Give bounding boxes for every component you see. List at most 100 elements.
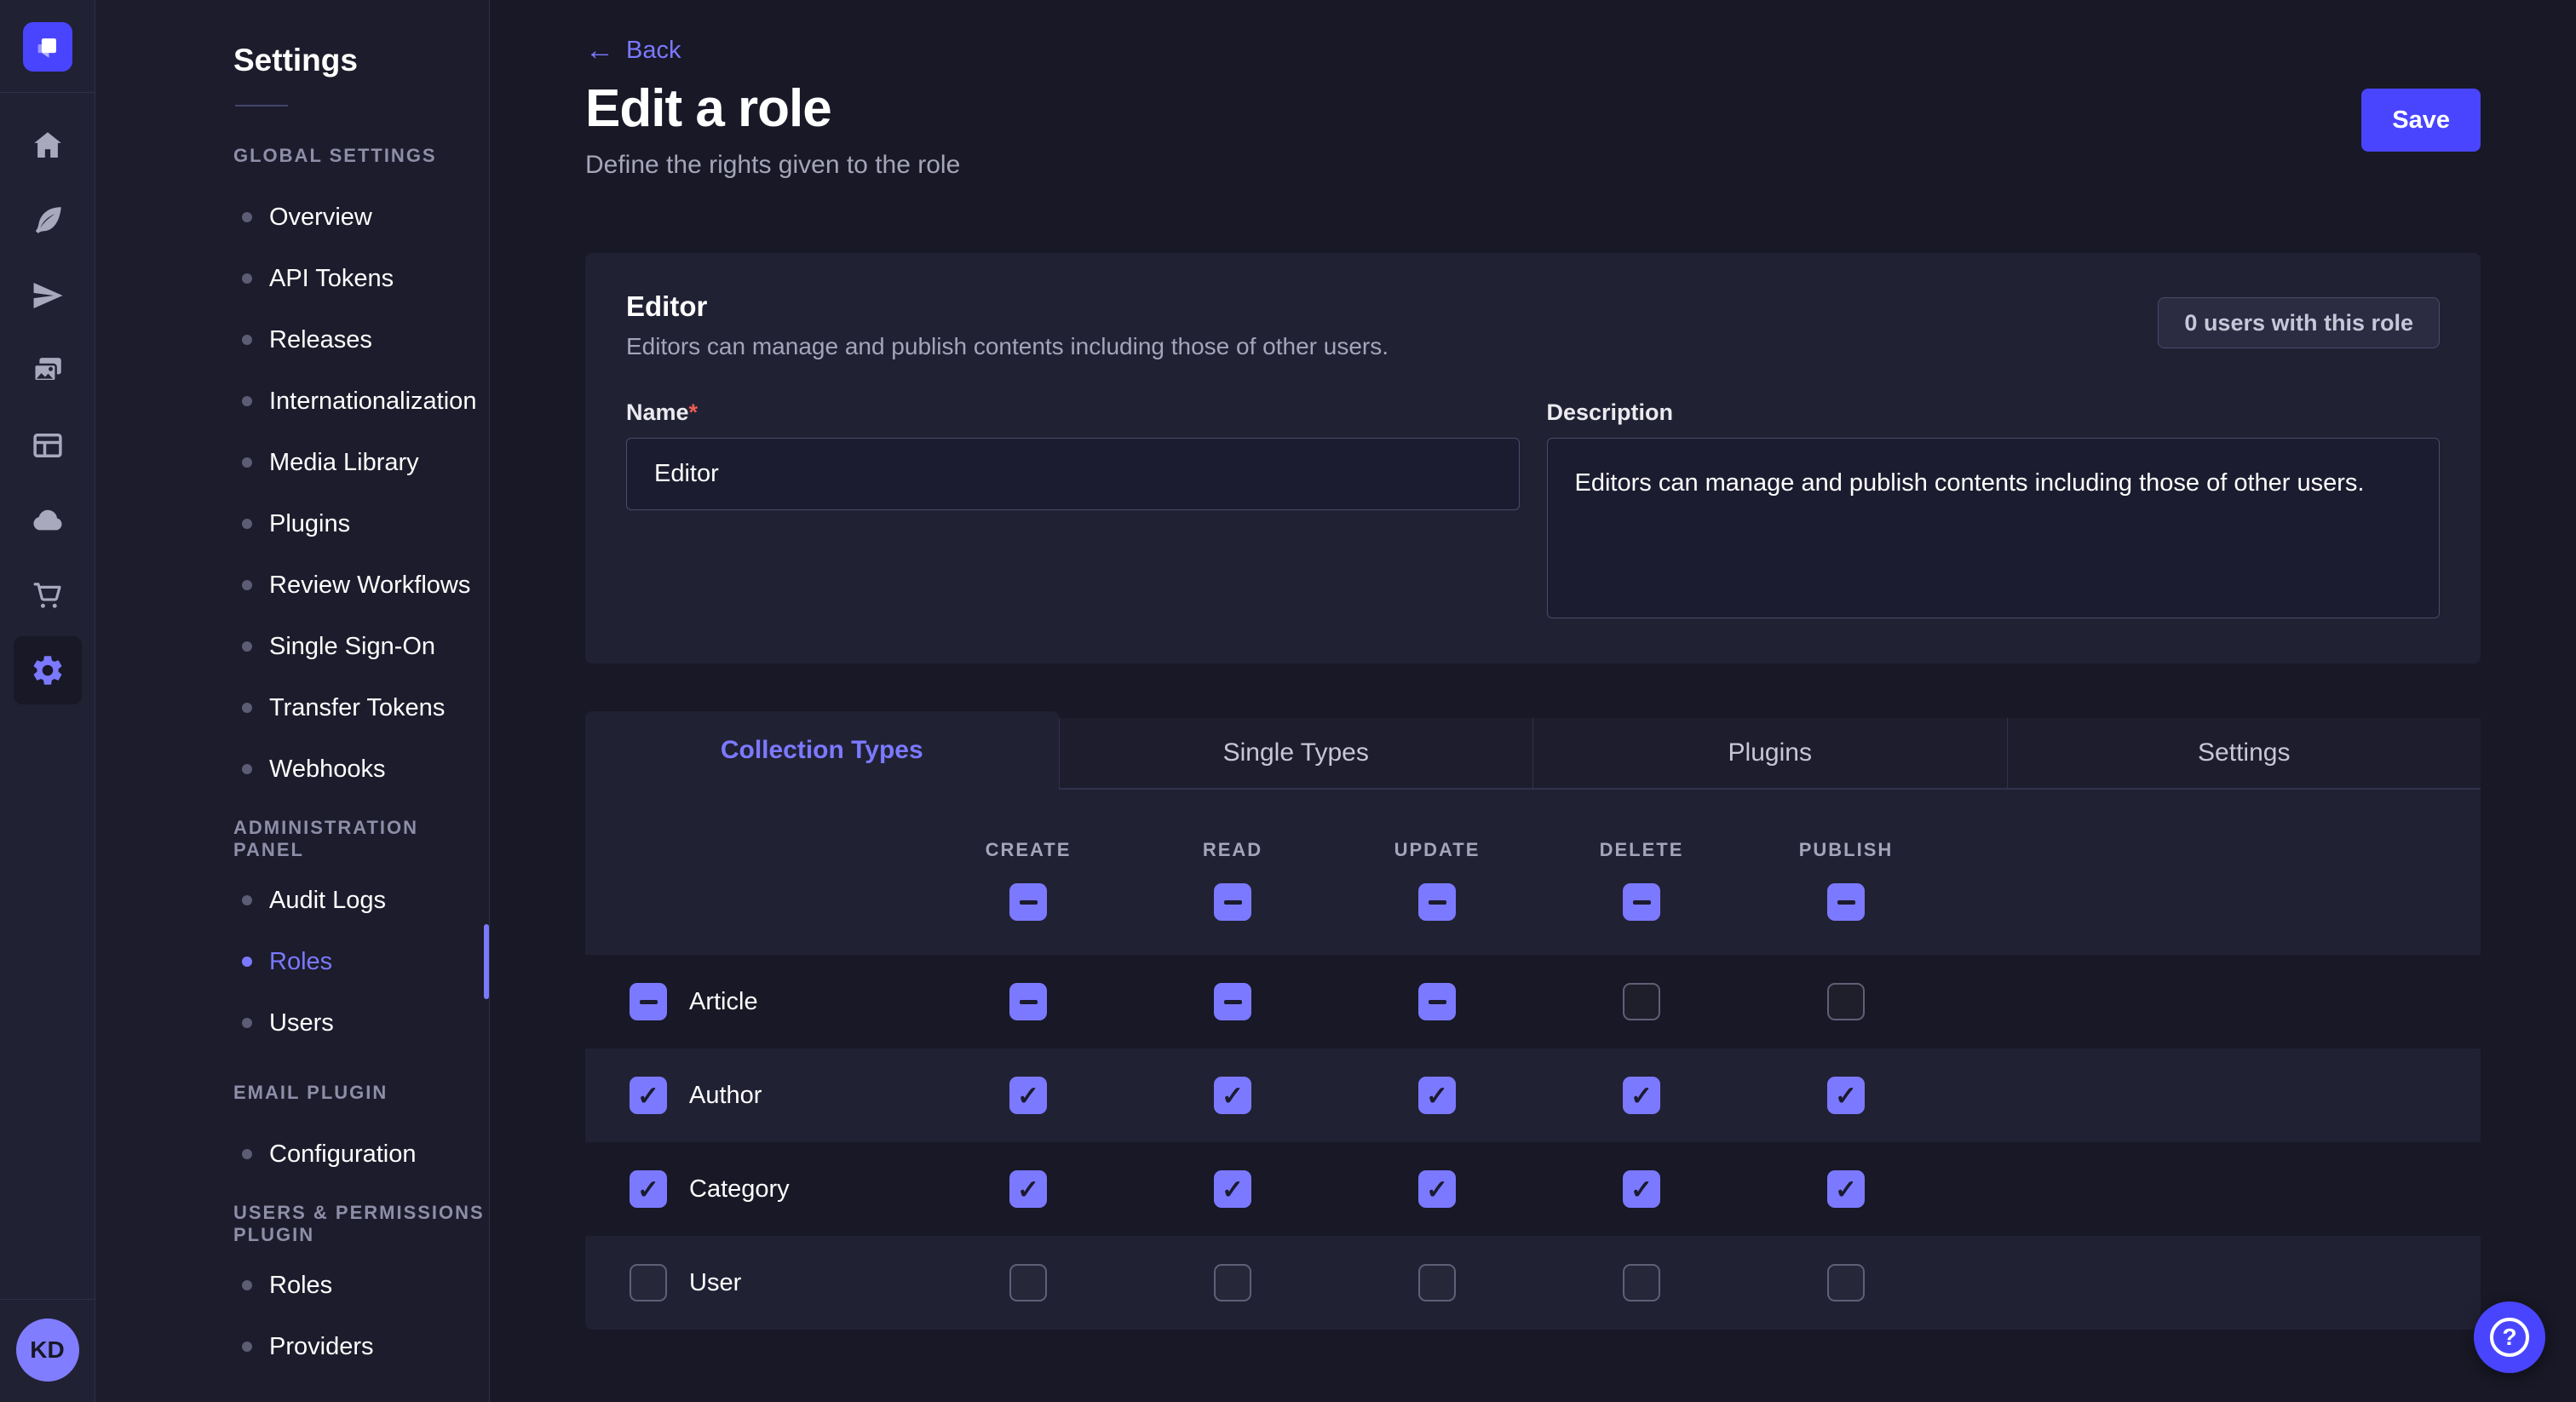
bullet-icon <box>242 895 252 905</box>
author-publish-checkbox[interactable] <box>1827 1077 1865 1114</box>
section-users-permissions-plugin: USERS & PERMISSIONS PLUGIN <box>95 1193 489 1255</box>
sidebar-item-review-workflows[interactable]: Review Workflows <box>95 554 489 616</box>
back-link[interactable]: ← Back <box>585 36 681 65</box>
user-avatar[interactable]: KD <box>16 1319 79 1382</box>
select-all-update-checkbox[interactable] <box>1418 883 1456 921</box>
user-delete-checkbox[interactable] <box>1623 1264 1660 1301</box>
sidebar-item-users[interactable]: Users <box>95 992 489 1054</box>
permissions-table: CREATE READ UPDATE DELETE PUBLISH <box>585 790 2481 1330</box>
sidebar-item-api-tokens[interactable]: API Tokens <box>95 248 489 309</box>
user-update-checkbox[interactable] <box>1418 1264 1456 1301</box>
content-manager-feather-icon[interactable] <box>14 187 82 255</box>
bullet-icon <box>242 212 252 222</box>
sidebar-item-plugins[interactable]: Plugins <box>95 493 489 554</box>
category-update-checkbox[interactable] <box>1418 1170 1456 1208</box>
content-type-builder-icon[interactable] <box>14 411 82 480</box>
sidebar-item-up-roles[interactable]: Roles <box>95 1255 489 1316</box>
cloud-icon[interactable] <box>14 486 82 554</box>
category-delete-checkbox[interactable] <box>1623 1170 1660 1208</box>
home-icon[interactable] <box>14 112 82 180</box>
sidebar-item-webhooks[interactable]: Webhooks <box>95 738 489 800</box>
description-textarea[interactable]: Editors can manage and publish contents … <box>1547 438 2441 618</box>
author-delete-checkbox[interactable] <box>1623 1077 1660 1114</box>
sidebar-item-label: Media Library <box>269 449 419 477</box>
question-mark-icon: ? <box>2490 1318 2529 1357</box>
column-header-read: READ <box>1203 839 1262 861</box>
help-button[interactable]: ? <box>2474 1301 2545 1373</box>
sidebar-item-label: Roles <box>269 948 332 976</box>
strapi-logo[interactable] <box>23 22 72 72</box>
sidebar-item-single-sign-on[interactable]: Single Sign-On <box>95 616 489 677</box>
name-input[interactable] <box>626 438 1520 510</box>
subnav-title: Settings <box>233 44 489 76</box>
sidebar-item-providers[interactable]: Providers <box>95 1316 489 1377</box>
row-select-checkbox[interactable] <box>630 1077 667 1114</box>
column-header-delete: DELETE <box>1600 839 1684 861</box>
sidebar-item-audit-logs[interactable]: Audit Logs <box>95 870 489 931</box>
article-publish-checkbox[interactable] <box>1827 983 1865 1020</box>
description-field-label: Description <box>1547 399 2441 426</box>
permissions-tabs: Collection Types Single Types Plugins Se… <box>585 711 2481 790</box>
select-all-publish-checkbox[interactable] <box>1827 883 1865 921</box>
tab-single-types[interactable]: Single Types <box>1059 718 1533 790</box>
row-select-checkbox[interactable] <box>630 1170 667 1208</box>
bullet-icon <box>242 1342 252 1352</box>
row-label: User <box>689 1269 741 1297</box>
author-create-checkbox[interactable] <box>1009 1077 1047 1114</box>
settings-gear-icon[interactable] <box>14 636 82 704</box>
sidebar-item-releases[interactable]: Releases <box>95 309 489 371</box>
sidebar-item-transfer-tokens[interactable]: Transfer Tokens <box>95 677 489 738</box>
tab-settings[interactable]: Settings <box>2007 718 2481 790</box>
bullet-icon <box>242 273 252 284</box>
select-all-read-checkbox[interactable] <box>1214 883 1251 921</box>
bullet-icon <box>242 957 252 967</box>
sidebar-item-roles-active[interactable]: Roles <box>95 931 489 992</box>
role-details-card: Editor Editors can manage and publish co… <box>585 253 2481 664</box>
user-create-checkbox[interactable] <box>1009 1264 1047 1301</box>
article-delete-checkbox[interactable] <box>1623 983 1660 1020</box>
section-administration-panel: ADMINISTRATION PANEL <box>95 808 489 870</box>
sidebar-item-label: Users <box>269 1009 334 1037</box>
category-create-checkbox[interactable] <box>1009 1170 1047 1208</box>
select-all-delete-checkbox[interactable] <box>1623 883 1660 921</box>
deploy-send-icon[interactable] <box>14 261 82 330</box>
marketplace-cart-icon[interactable] <box>14 561 82 629</box>
permissions-panel: Collection Types Single Types Plugins Se… <box>585 711 2481 1330</box>
sidebar-item-label: Transfer Tokens <box>269 694 445 722</box>
select-all-create-checkbox[interactable] <box>1009 883 1047 921</box>
media-library-icon[interactable] <box>14 336 82 405</box>
sidebar-item-label: Configuration <box>269 1141 417 1169</box>
row-label: Category <box>689 1175 790 1204</box>
user-publish-checkbox[interactable] <box>1827 1264 1865 1301</box>
sidebar-item-label: Roles <box>269 1272 332 1300</box>
sidebar-item-configuration[interactable]: Configuration <box>95 1123 489 1185</box>
row-select-checkbox[interactable] <box>630 983 667 1020</box>
category-publish-checkbox[interactable] <box>1827 1170 1865 1208</box>
author-update-checkbox[interactable] <box>1418 1077 1456 1114</box>
bullet-icon <box>242 457 252 468</box>
users-with-role-badge[interactable]: 0 users with this role <box>2158 297 2440 348</box>
save-button[interactable]: Save <box>2361 89 2481 152</box>
row-select-checkbox[interactable] <box>630 1264 667 1301</box>
name-field-label: Name* <box>626 399 1520 426</box>
row-label: Article <box>689 988 758 1016</box>
sidebar-item-label: Single Sign-On <box>269 633 435 661</box>
tab-plugins[interactable]: Plugins <box>1532 718 2007 790</box>
sidebar-item-media-library[interactable]: Media Library <box>95 432 489 493</box>
author-read-checkbox[interactable] <box>1214 1077 1251 1114</box>
article-update-checkbox[interactable] <box>1418 983 1456 1020</box>
subnav-title-divider <box>235 105 288 106</box>
strapi-logo-glyph <box>33 32 62 61</box>
sidebar-item-label: Webhooks <box>269 756 386 784</box>
article-create-checkbox[interactable] <box>1009 983 1047 1020</box>
column-header-publish: PUBLISH <box>1799 839 1894 861</box>
tab-collection-types[interactable]: Collection Types <box>585 711 1059 790</box>
sidebar-item-label: Providers <box>269 1333 374 1361</box>
sidebar-item-overview[interactable]: Overview <box>95 187 489 248</box>
user-read-checkbox[interactable] <box>1214 1264 1251 1301</box>
category-read-checkbox[interactable] <box>1214 1170 1251 1208</box>
section-global-settings: GLOBAL SETTINGS <box>95 125 489 187</box>
sidebar-item-internationalization[interactable]: Internationalization <box>95 371 489 432</box>
article-read-checkbox[interactable] <box>1214 983 1251 1020</box>
back-arrow-icon: ← <box>585 36 614 65</box>
